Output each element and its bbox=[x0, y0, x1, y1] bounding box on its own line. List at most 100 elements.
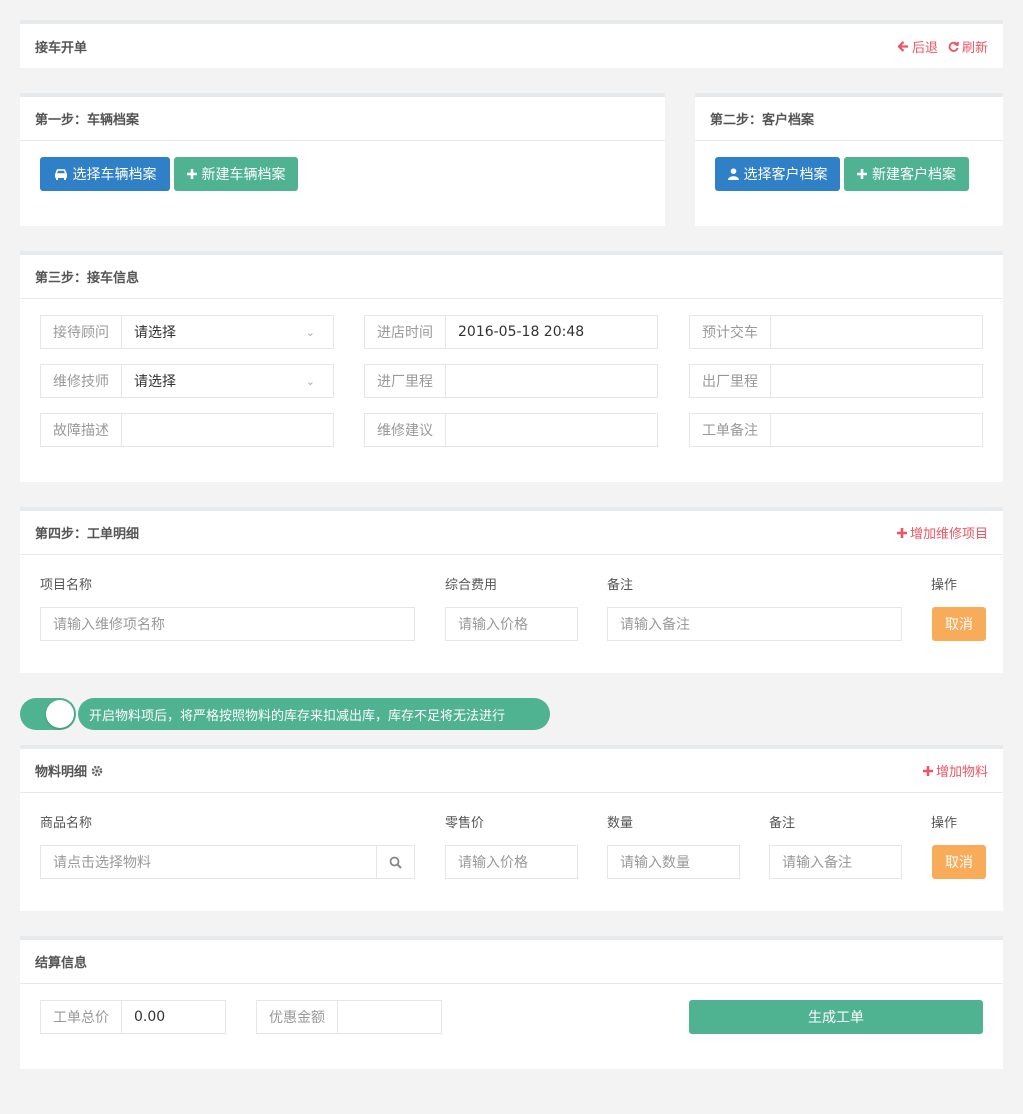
material-remark-input[interactable]: 请输入备注 bbox=[769, 845, 902, 879]
step1-header: 第一步：车辆档案 bbox=[20, 97, 665, 141]
chevron-down-icon: ⌄ bbox=[305, 375, 315, 388]
settlement-panel: 结算信息 工单总价 0.00 优惠金额 生成工单 bbox=[20, 936, 1003, 1069]
entry-mileage-field[interactable]: 进厂里程 bbox=[364, 364, 658, 398]
discount-field[interactable]: 优惠金额 bbox=[256, 1000, 442, 1034]
col-item-name: 项目名称 bbox=[40, 578, 93, 593]
plus-icon bbox=[857, 169, 867, 179]
gear-icon[interactable] bbox=[91, 765, 103, 777]
step4-title: 第四步：工单明细 bbox=[35, 527, 140, 542]
col-material-remark: 备注 bbox=[769, 816, 796, 831]
material-notice: 开启物料项后，将严格按照物料的库存来扣减出库，库存不足将无法进行 bbox=[78, 698, 550, 730]
fault-input[interactable] bbox=[122, 414, 333, 446]
remark-field[interactable]: 工单备注 bbox=[689, 413, 983, 447]
expected-delivery-field[interactable]: 预计交车 bbox=[689, 315, 983, 349]
materials-title: 物料明细 bbox=[35, 765, 88, 780]
material-picker-input[interactable]: 请点击选择物料 bbox=[40, 845, 415, 879]
fault-field[interactable]: 故障描述 bbox=[40, 413, 334, 447]
exit-mileage-field[interactable]: 出厂里程 bbox=[689, 364, 983, 398]
remark-input[interactable] bbox=[771, 414, 982, 446]
material-search-button[interactable] bbox=[376, 846, 414, 878]
entry-mileage-label: 进厂里程 bbox=[365, 365, 446, 397]
plus-icon bbox=[922, 765, 933, 776]
step1-title: 第一步：车辆档案 bbox=[35, 113, 140, 128]
step2-panel: 第二步：客户档案 选择客户档案 新建客户档案 bbox=[695, 93, 1003, 226]
materials-panel: 物料明细 增加物料 商品名称 零售价 数量 备注 操作 请点击选择物料 请输入价… bbox=[20, 745, 1003, 911]
add-material-label: 增加物料 bbox=[935, 765, 988, 780]
entry-mileage-input[interactable] bbox=[446, 365, 657, 397]
advisor-value: 请选择 bbox=[134, 325, 176, 341]
advisor-select[interactable]: 请选择 ⌄ bbox=[122, 316, 333, 348]
expected-delivery-input[interactable] bbox=[771, 316, 982, 348]
back-link[interactable]: 后退 bbox=[897, 37, 938, 56]
material-toggle[interactable] bbox=[20, 698, 76, 730]
generate-order-button[interactable]: 生成工单 bbox=[689, 1000, 983, 1034]
select-vehicle-button[interactable]: 选择车辆档案 bbox=[40, 157, 170, 191]
material-price-input[interactable]: 请输入价格 bbox=[445, 845, 578, 879]
repair-price-input[interactable]: 请输入价格 bbox=[445, 607, 578, 641]
material-cancel-button[interactable]: 取消 bbox=[932, 845, 986, 879]
total-value: 0.00 bbox=[134, 1009, 166, 1025]
user-icon bbox=[727, 168, 739, 180]
plus-icon bbox=[186, 169, 197, 179]
header-bar: 接车开单 后退 刷新 bbox=[20, 24, 1003, 68]
fault-label: 故障描述 bbox=[41, 414, 122, 446]
discount-input[interactable] bbox=[338, 1001, 441, 1033]
repair-name-input[interactable]: 请输入维修项名称 bbox=[40, 607, 415, 641]
refresh-label: 刷新 bbox=[961, 40, 988, 56]
technician-label: 维修技师 bbox=[41, 365, 122, 397]
expected-delivery-label: 预计交车 bbox=[690, 316, 771, 348]
step3-title: 第三步：接车信息 bbox=[35, 271, 140, 286]
select-vehicle-label: 选择车辆档案 bbox=[72, 167, 157, 183]
add-repair-item-label: 增加维修项目 bbox=[909, 527, 988, 542]
new-customer-label: 新建客户档案 bbox=[872, 167, 956, 183]
technician-field[interactable]: 维修技师 请选择 ⌄ bbox=[40, 364, 334, 398]
toggle-knob bbox=[46, 700, 74, 728]
col-quantity: 数量 bbox=[607, 816, 634, 831]
refresh-link[interactable]: 刷新 bbox=[948, 37, 988, 56]
discount-label: 优惠金额 bbox=[257, 1001, 338, 1033]
step3-panel: 第三步：接车信息 接待顾问 请选择 ⌄ 进店时间 2016-05-18 20:48… bbox=[20, 251, 1003, 482]
technician-select[interactable]: 请选择 ⌄ bbox=[122, 365, 333, 397]
add-repair-item-link[interactable]: 增加维修项目 bbox=[896, 523, 988, 542]
header-panel: 接车开单 后退 刷新 bbox=[20, 20, 1003, 68]
exit-mileage-label: 出厂里程 bbox=[690, 365, 771, 397]
total-label: 工单总价 bbox=[41, 1001, 122, 1033]
col-retail-price: 零售价 bbox=[445, 816, 485, 831]
settlement-title: 结算信息 bbox=[35, 956, 88, 971]
new-customer-button[interactable]: 新建客户档案 bbox=[844, 157, 969, 191]
col-remark: 备注 bbox=[607, 578, 634, 593]
entry-time-label: 进店时间 bbox=[365, 316, 446, 348]
material-qty-input[interactable]: 请输入数量 bbox=[607, 845, 740, 879]
step3-header: 第三步：接车信息 bbox=[20, 255, 1003, 299]
technician-value: 请选择 bbox=[134, 374, 176, 390]
settlement-header: 结算信息 bbox=[20, 940, 1003, 984]
total-field: 工单总价 0.00 bbox=[40, 1000, 226, 1034]
car-icon bbox=[54, 169, 67, 180]
add-material-link[interactable]: 增加物料 bbox=[922, 761, 988, 780]
step4-panel: 第四步：工单明细 增加维修项目 项目名称 综合费用 备注 操作 请输入维修项名称… bbox=[20, 507, 1003, 673]
step2-header: 第二步：客户档案 bbox=[695, 97, 1003, 141]
advisor-label: 接待顾问 bbox=[41, 316, 122, 348]
chevron-down-icon: ⌄ bbox=[305, 326, 315, 339]
advisor-field[interactable]: 接待顾问 请选择 ⌄ bbox=[40, 315, 334, 349]
suggestion-field[interactable]: 维修建议 bbox=[364, 413, 658, 447]
refresh-icon bbox=[948, 41, 959, 52]
entry-time-field[interactable]: 进店时间 2016-05-18 20:48 bbox=[364, 315, 658, 349]
arrow-left-icon bbox=[897, 40, 909, 52]
repair-cancel-button[interactable]: 取消 bbox=[932, 607, 986, 641]
new-vehicle-label: 新建车辆档案 bbox=[201, 167, 286, 183]
select-customer-button[interactable]: 选择客户档案 bbox=[715, 157, 840, 191]
entry-time-value[interactable]: 2016-05-18 20:48 bbox=[446, 316, 657, 348]
repair-remark-input[interactable]: 请输入备注 bbox=[607, 607, 902, 641]
col-action: 操作 bbox=[931, 578, 958, 593]
suggestion-label: 维修建议 bbox=[365, 414, 446, 446]
materials-header: 物料明细 增加物料 bbox=[20, 749, 1003, 793]
exit-mileage-input[interactable] bbox=[771, 365, 982, 397]
col-product-name: 商品名称 bbox=[40, 816, 93, 831]
remark-label: 工单备注 bbox=[690, 414, 771, 446]
select-customer-label: 选择客户档案 bbox=[743, 167, 828, 183]
new-vehicle-button[interactable]: 新建车辆档案 bbox=[174, 157, 298, 191]
search-icon bbox=[389, 856, 402, 869]
back-label: 后退 bbox=[911, 40, 938, 56]
suggestion-input[interactable] bbox=[446, 414, 657, 446]
